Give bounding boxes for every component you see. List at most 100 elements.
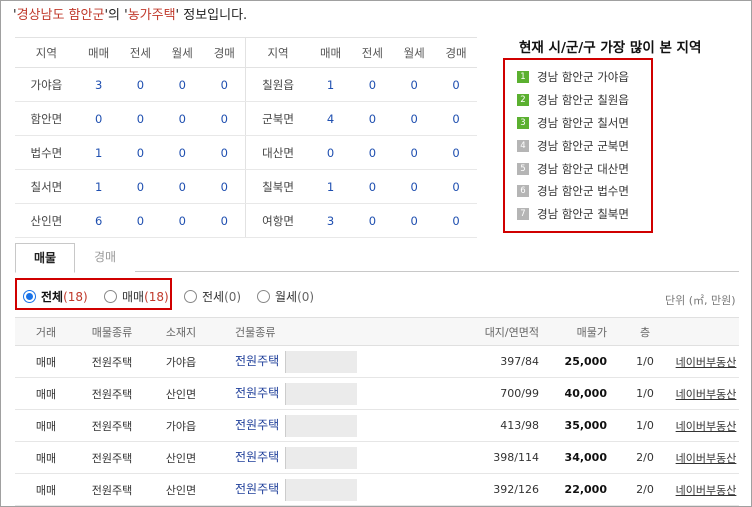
filter-jeonse[interactable]: 전세 (0) (184, 288, 241, 305)
region-count[interactable]: 0 (119, 101, 162, 136)
building-type[interactable]: 전원주택 (235, 418, 279, 432)
region-count[interactable]: 0 (119, 135, 162, 170)
region-name: 가야읍 (15, 67, 78, 102)
filter-all[interactable]: 전체 (18) (23, 288, 88, 305)
region-count[interactable]: 0 (203, 135, 246, 170)
region-name: 함안면 (15, 101, 78, 136)
region-count[interactable]: 0 (161, 169, 204, 204)
region-count[interactable]: 0 (351, 169, 394, 204)
area: 413/98 (415, 409, 539, 442)
region-count[interactable]: 4 (309, 101, 352, 136)
link-cell: 네이버부동산 (673, 409, 739, 442)
region-count[interactable]: 0 (161, 203, 204, 238)
region-count[interactable]: 0 (77, 101, 120, 136)
top-viewed-list: 1 경남 함안군 가야읍 2 경남 함안군 칠원읍 3 경남 함안군 칠서면 4 경남 함안군… (503, 58, 653, 233)
top-viewed-item[interactable]: 3 경남 함안군 칠서면 (517, 112, 651, 135)
region-count[interactable]: 0 (203, 203, 246, 238)
radio-button-icon[interactable] (257, 290, 270, 303)
region-count[interactable]: 0 (393, 135, 436, 170)
building-type[interactable]: 전원주택 (235, 354, 279, 368)
link-cell: 네이버부동산 (673, 377, 739, 410)
region-count[interactable]: 6 (77, 203, 120, 238)
property-kind: 전원주택 (77, 473, 147, 506)
region-count[interactable]: 0 (119, 203, 162, 238)
naver-realestate-link[interactable]: 네이버부동산 (676, 388, 737, 401)
headline-region: 경상남도 함안군 (16, 8, 105, 23)
region-name: 대산면 (245, 135, 310, 170)
deal-type: 매매 (15, 345, 77, 378)
filter-label: 월세 (275, 290, 298, 304)
link-cell: 네이버부동산 (673, 345, 739, 378)
filter-count: (0) (297, 289, 315, 304)
region-count[interactable]: 1 (309, 67, 352, 102)
region-count[interactable]: 1 (77, 169, 120, 204)
region-count[interactable]: 0 (351, 101, 394, 136)
region-count[interactable]: 0 (351, 135, 394, 170)
region-count[interactable]: 0 (393, 101, 436, 136)
listing-row[interactable]: 매매 전원주택 산인면 전원주택 700/99 40,000 1/0 네이버부동산 (15, 377, 739, 410)
radio-button-icon[interactable] (23, 290, 36, 303)
region-count[interactable]: 1 (309, 169, 352, 204)
region-count[interactable]: 0 (393, 203, 436, 238)
redacted-thumbnail (285, 382, 358, 405)
top-viewed-item[interactable]: 7 경남 함안군 칠북면 (517, 203, 651, 226)
region-count[interactable]: 0 (435, 135, 477, 170)
region-count-table: 지역 매매 전세 월세 경매 지역 매매 전세 월세 경매 가야읍 3 0 0 0 칠원읍… (15, 37, 477, 238)
deal-type: 매매 (15, 441, 77, 474)
radio-button-icon[interactable] (184, 290, 197, 303)
region-count[interactable]: 3 (77, 67, 120, 102)
building-type[interactable]: 전원주택 (235, 450, 279, 464)
region-count[interactable]: 0 (435, 67, 477, 102)
naver-realestate-link[interactable]: 네이버부동산 (676, 452, 737, 465)
col-building: 건물종류 (215, 317, 415, 346)
region-count[interactable]: 0 (161, 135, 204, 170)
region-count[interactable]: 0 (161, 67, 204, 102)
region-count[interactable]: 0 (351, 67, 394, 102)
tab-auction[interactable]: 경매 (75, 243, 135, 272)
region-count[interactable]: 0 (203, 101, 246, 136)
col-auction: 경매 (435, 37, 477, 68)
price: 22,000 (539, 473, 617, 506)
headline-suffix: ' 정보입니다. (175, 8, 248, 23)
region-count[interactable]: 0 (351, 203, 394, 238)
listing-row[interactable]: 매매 전원주택 가야읍 전원주택 397/84 25,000 1/0 네이버부동산 (15, 345, 739, 378)
naver-realestate-link[interactable]: 네이버부동산 (676, 484, 737, 497)
col-monthly: 월세 (161, 37, 204, 68)
region-count[interactable]: 0 (435, 203, 477, 238)
tab-listings[interactable]: 매물 (15, 243, 75, 273)
region-count[interactable]: 0 (161, 101, 204, 136)
listing-row[interactable]: 매매 전원주택 산인면 전원주택 398/114 34,000 2/0 네이버부동산 (15, 441, 739, 474)
top-viewed-item[interactable]: 4 경남 함안군 군북면 (517, 134, 651, 157)
region-count[interactable]: 3 (309, 203, 352, 238)
headline-connector: '의 ' (104, 8, 128, 23)
region-row: 칠서면 1 0 0 0 칠북면 1 0 0 0 (15, 169, 477, 204)
building-cell: 전원주택 (215, 409, 415, 442)
building-type[interactable]: 전원주택 (235, 482, 279, 496)
building-type[interactable]: 전원주택 (235, 386, 279, 400)
top-viewed-item[interactable]: 5 경남 함안군 대산면 (517, 157, 651, 180)
region-count[interactable]: 0 (393, 67, 436, 102)
filter-sale[interactable]: 매매 (18) (104, 288, 169, 305)
region-count[interactable]: 0 (203, 67, 246, 102)
radio-button-icon[interactable] (104, 290, 117, 303)
region-count[interactable]: 0 (393, 169, 436, 204)
top-viewed-item[interactable]: 6 경남 함안군 법수면 (517, 180, 651, 203)
top-viewed-item[interactable]: 2 경남 함안군 칠원읍 (517, 89, 651, 112)
region-count[interactable]: 0 (435, 101, 477, 136)
naver-realestate-link[interactable]: 네이버부동산 (676, 356, 737, 369)
region-count[interactable]: 0 (203, 169, 246, 204)
region-count[interactable]: 0 (435, 169, 477, 204)
region-count[interactable]: 1 (77, 135, 120, 170)
listing-row[interactable]: 매매 전원주택 가야읍 전원주택 413/98 35,000 1/0 네이버부동산 (15, 409, 739, 442)
top-viewed-name: 경남 함안군 칠원읍 (537, 93, 629, 108)
listing-row[interactable]: 매매 전원주택 산인면 전원주택 392/126 22,000 2/0 네이버부동산 (15, 473, 739, 506)
col-kind: 매물종류 (77, 317, 147, 346)
region-count[interactable]: 0 (309, 135, 352, 170)
region-count[interactable]: 0 (119, 169, 162, 204)
filter-monthly[interactable]: 월세 (0) (257, 288, 314, 305)
region-count[interactable]: 0 (119, 67, 162, 102)
top-viewed-item[interactable]: 1 경남 함안군 가야읍 (517, 66, 651, 89)
redacted-thumbnail (285, 350, 358, 373)
naver-realestate-link[interactable]: 네이버부동산 (676, 420, 737, 433)
price: 25,000 (539, 345, 617, 378)
